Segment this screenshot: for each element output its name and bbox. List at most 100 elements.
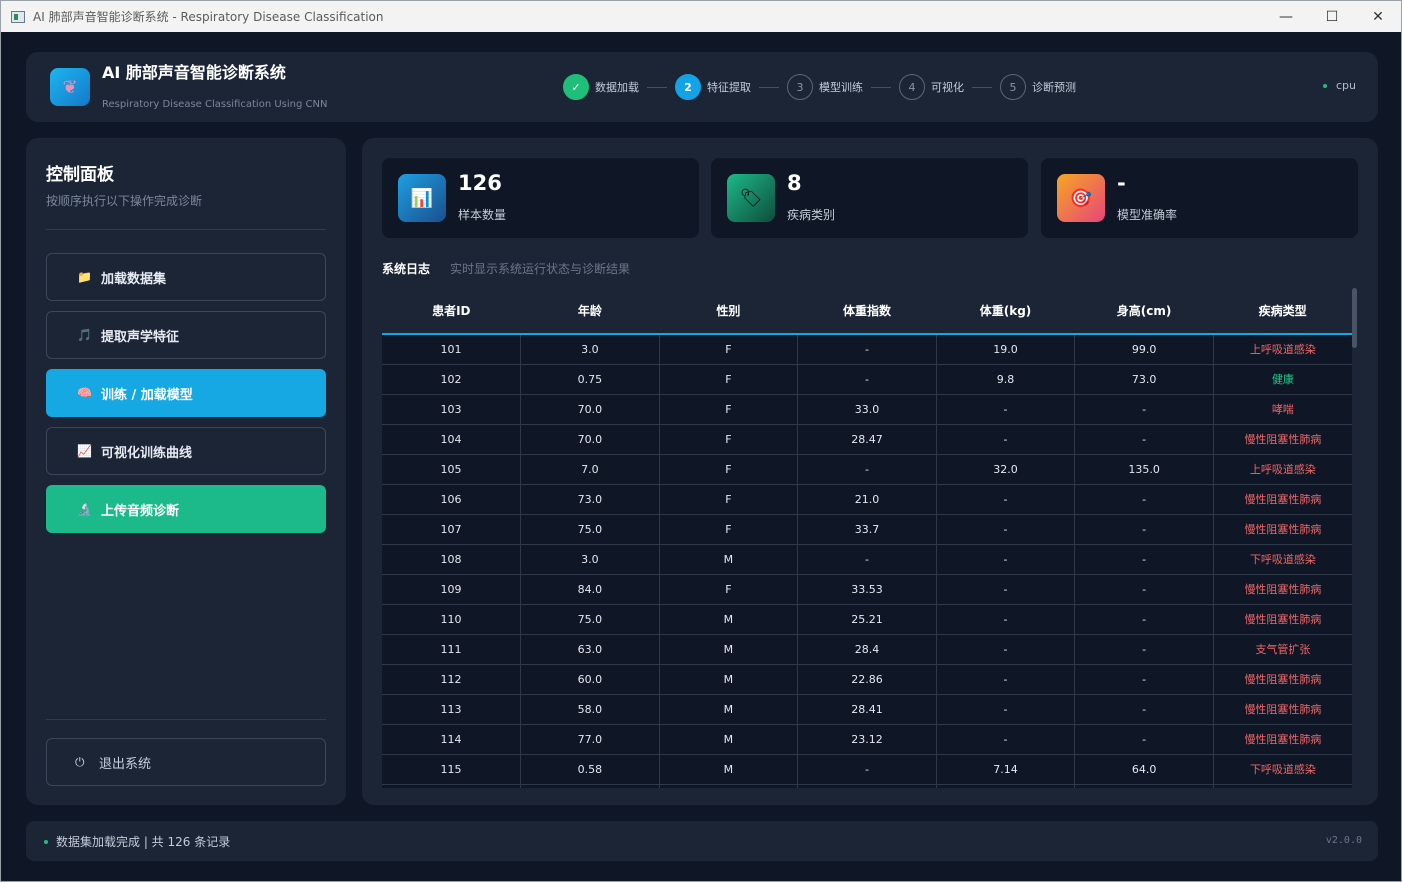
table-cell: 105 [382,454,522,485]
divider [46,229,326,230]
table-row[interactable]: 105 7.0 F -32.0 135.0 上呼吸道感染 [382,454,1352,485]
patient-table[interactable]: 患者ID 年龄 性别 体重指数 体重(kg) 身高(cm) 疾病类型 101 3.0 F -19.… [382,288,1352,788]
folder-icon: 📁 [77,270,92,284]
table-row[interactable]: 116 [382,784,1352,788]
train-model-button[interactable]: 🧠 训练 / 加载模型 [46,369,326,417]
table-cell: 28.41 [797,694,937,725]
minimize-button[interactable]: — [1263,1,1309,32]
step-number: 3 [787,74,813,100]
table-row[interactable]: 109 84.0 F 33.53- - 慢性阻塞性肺病 [382,574,1352,605]
button-label: 退出系统 [99,756,152,772]
chart-icon: 📈 [77,444,92,458]
status-dot-icon [44,840,48,844]
table-row[interactable]: 112 60.0 M 22.86- - 慢性阻塞性肺病 [382,664,1352,695]
table-cell: 7.14 [936,754,1076,785]
table-cell: 慢性阻塞性肺病 [1213,604,1352,635]
table-cell [797,784,937,788]
table-row[interactable]: 107 75.0 F 33.7- - 慢性阻塞性肺病 [382,514,1352,545]
table-cell: - [797,334,937,365]
table-cell: M [659,604,799,635]
table-row[interactable]: 110 75.0 M 25.21- - 慢性阻塞性肺病 [382,604,1352,635]
table-row[interactable]: 102 0.75 F -9.8 73.0 健康 [382,364,1352,395]
column-header[interactable]: 体重指数 [797,288,937,335]
button-label: 训练 / 加载模型 [101,387,193,403]
table-cell [1074,784,1214,788]
table-cell: 84.0 [520,574,660,605]
power-icon: ⏻ [75,754,85,769]
step-predict: 5 诊断预测 [1000,74,1076,100]
table-cell: - [1074,574,1214,605]
table-cell: 23.12 [797,724,937,755]
close-button[interactable]: ✕ [1355,1,1401,32]
table-cell: - [936,664,1076,695]
table-row[interactable]: 101 3.0 F -19.0 99.0 上呼吸道感染 [382,334,1352,365]
table-cell: 下呼吸道感染 [1213,754,1352,785]
table-cell: F [659,454,799,485]
table-row[interactable]: 104 70.0 F 28.47- - 慢性阻塞性肺病 [382,424,1352,455]
table-cell: 28.4 [797,634,937,665]
table-cell: 0.58 [520,754,660,785]
status-text: 数据集加载完成 | 共 126 条记录 [56,835,231,849]
table-cell: 58.0 [520,694,660,725]
table-cell: M [659,634,799,665]
table-cell: 支气管扩张 [1213,634,1352,665]
exit-button[interactable]: ⏻ 退出系统 [46,738,326,786]
table-row[interactable]: 103 70.0 F 33.0- - 哮喘 [382,394,1352,425]
table-scrollbar[interactable] [1352,288,1358,788]
table-row[interactable]: 113 58.0 M 28.41- - 慢性阻塞性肺病 [382,694,1352,725]
table-cell: 111 [382,634,522,665]
column-header[interactable]: 身高(cm) [1074,288,1214,335]
table-cell: F [659,424,799,455]
step-label: 特征提取 [707,81,751,94]
device-label: cpu [1335,79,1356,92]
version-label: v2.0.0 [1325,835,1362,846]
table-cell: 110 [382,604,522,635]
column-header[interactable]: 体重(kg) [936,288,1075,335]
step-label: 数据加载 [595,81,639,94]
button-label: 加载数据集 [101,271,167,287]
step-number: 2 [675,74,701,100]
column-header[interactable]: 性别 [659,288,798,335]
column-header[interactable]: 年龄 [520,288,660,335]
table-cell: 慢性阻塞性肺病 [1213,664,1352,695]
table-cell: F [659,394,799,425]
column-header[interactable]: 疾病类型 [1213,288,1352,335]
table-cell: 健康 [1213,364,1352,395]
table-cell: F [659,514,799,545]
main-panel: 📊 126 样本数量 🏷 8 疾病类别 🎯 - 模型准确率 系统日志 实时显示系… [362,138,1378,805]
load-dataset-button[interactable]: 📁 加载数据集 [46,253,326,301]
table-cell: 33.0 [797,394,937,425]
scrollbar-thumb[interactable] [1352,288,1357,348]
table-row[interactable]: 111 63.0 M 28.4- - 支气管扩张 [382,634,1352,665]
maximize-button[interactable]: ☐ [1309,1,1355,32]
app-window: AI 肺部声音智能诊断系统 - Respiratory Disease Clas… [0,0,1402,882]
table-cell: 慢性阻塞性肺病 [1213,724,1352,755]
upload-audio-button[interactable]: 🔬 上传音频诊断 [46,485,326,533]
table-row[interactable]: 114 77.0 M 23.12- - 慢性阻塞性肺病 [382,724,1352,755]
table-cell: 慢性阻塞性肺病 [1213,574,1352,605]
check-icon: ✓ [563,74,589,100]
table-cell: 106 [382,484,522,515]
table-cell: - [1074,724,1214,755]
table-cell: - [1074,604,1214,635]
table-cell: 103 [382,394,522,425]
table-header-row: 患者ID 年龄 性别 体重指数 体重(kg) 身高(cm) 疾病类型 [382,288,1352,335]
table-cell: 70.0 [520,394,660,425]
visualize-curves-button[interactable]: 📈 可视化训练曲线 [46,427,326,475]
table-row[interactable]: 115 0.58 M -7.14 64.0 下呼吸道感染 [382,754,1352,785]
table-cell: - [1074,394,1214,425]
extract-features-button[interactable]: 🎵 提取声学特征 [46,311,326,359]
control-panel-subtitle: 按顺序执行以下操作完成诊断 [46,194,203,208]
table-cell: F [659,334,799,365]
lungs-logo-icon: ❦ [50,68,90,106]
table-row[interactable]: 108 3.0 M - - - 下呼吸道感染 [382,544,1352,575]
table-cell: 3.0 [520,334,660,365]
table-cell: 上呼吸道感染 [1213,454,1352,485]
button-label: 可视化训练曲线 [101,445,193,461]
column-header[interactable]: 患者ID [382,288,521,335]
table-row[interactable]: 106 73.0 F 21.0- - 慢性阻塞性肺病 [382,484,1352,515]
app-subtitle: Respiratory Disease Classification Using… [102,99,328,110]
table-cell: - [936,424,1076,455]
step-number: 4 [899,74,925,100]
window-title: AI 肺部声音智能诊断系统 - Respiratory Disease Clas… [33,10,384,24]
